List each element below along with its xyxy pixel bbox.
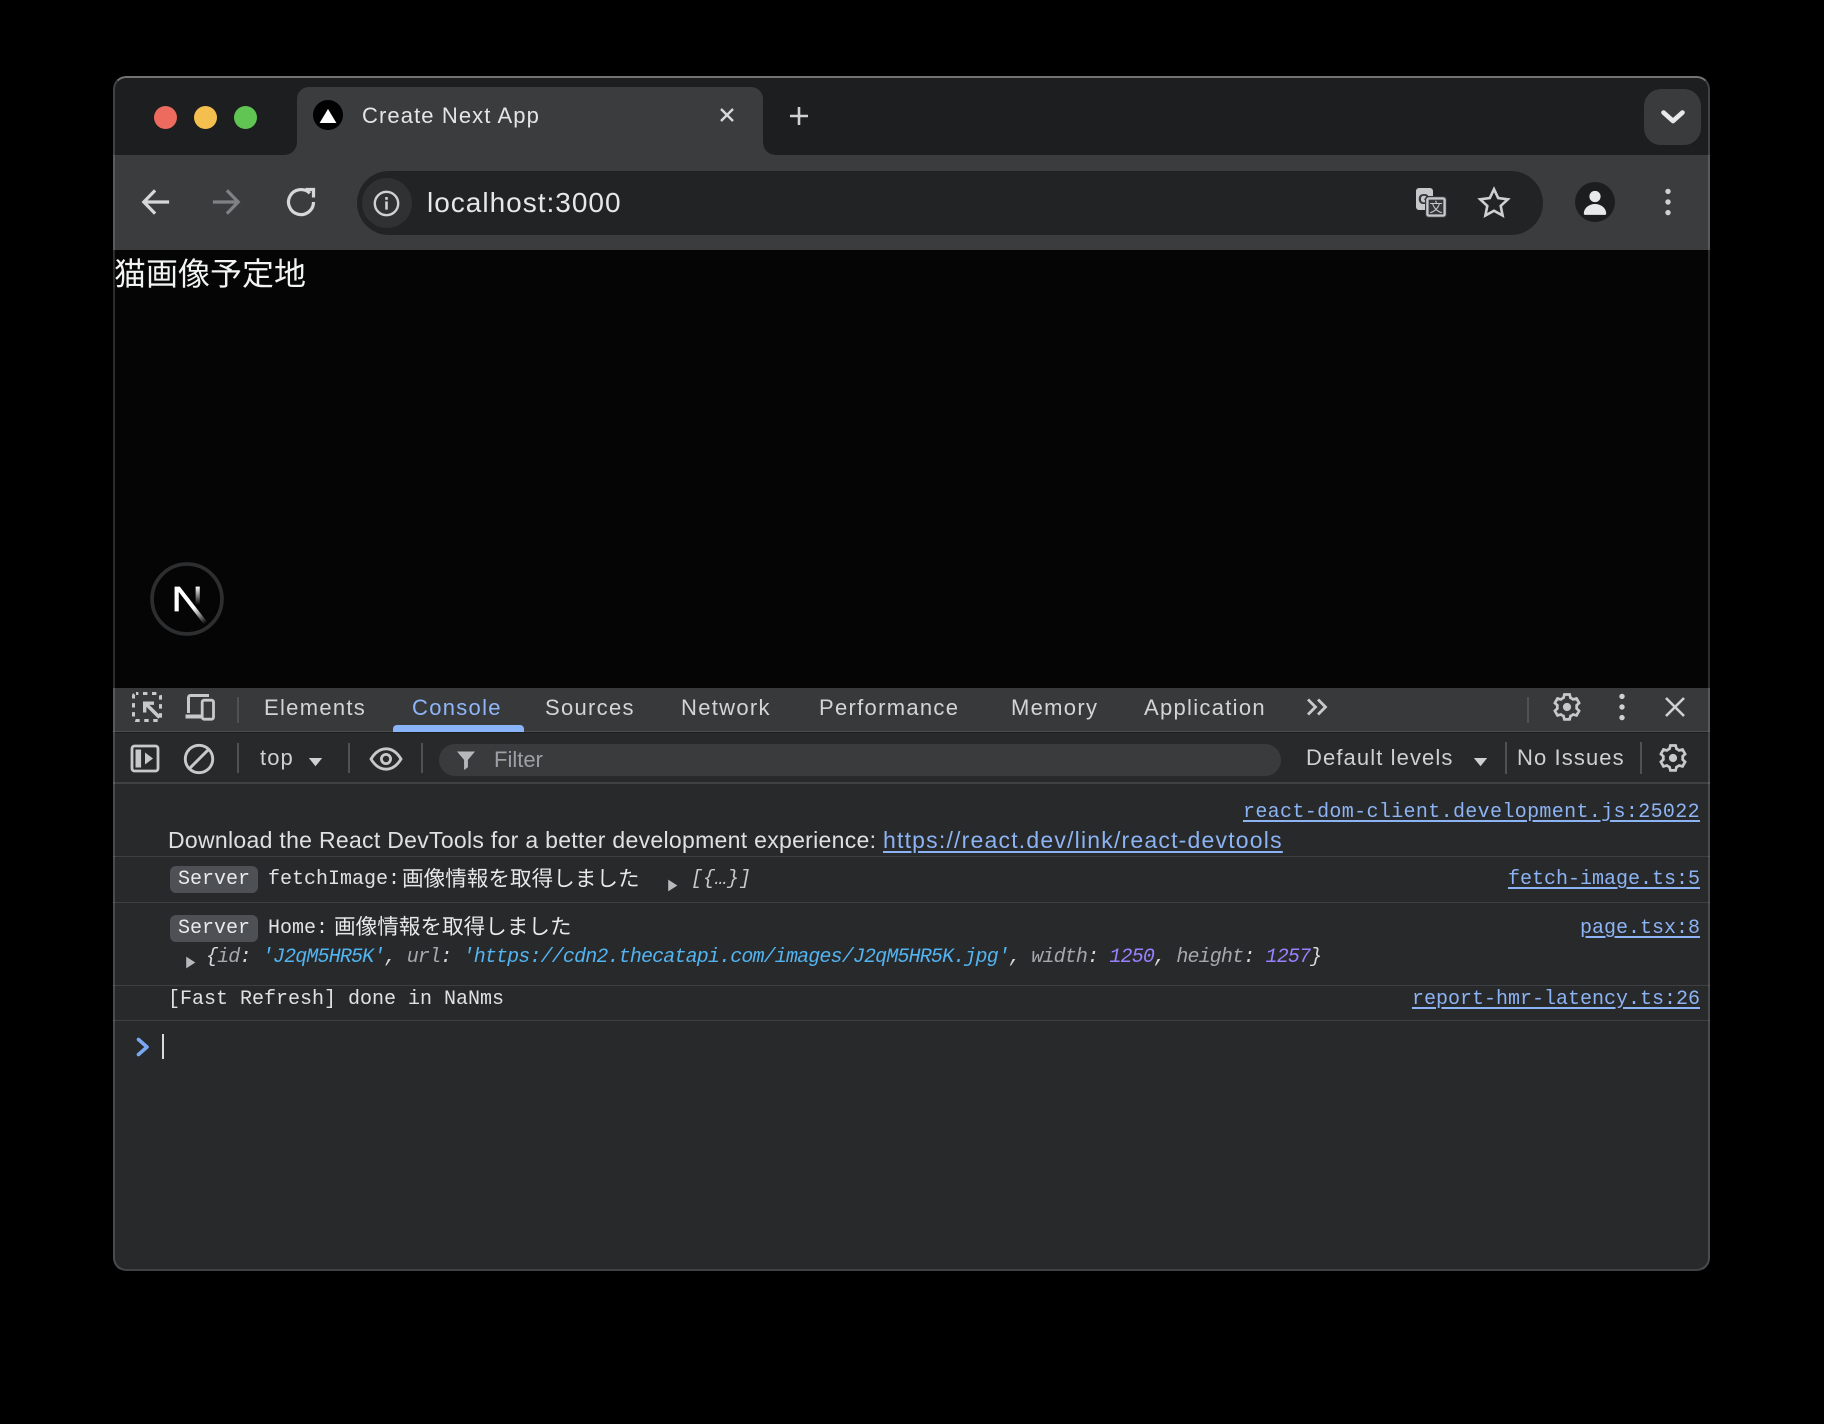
svg-text:文: 文 xyxy=(1429,200,1442,215)
